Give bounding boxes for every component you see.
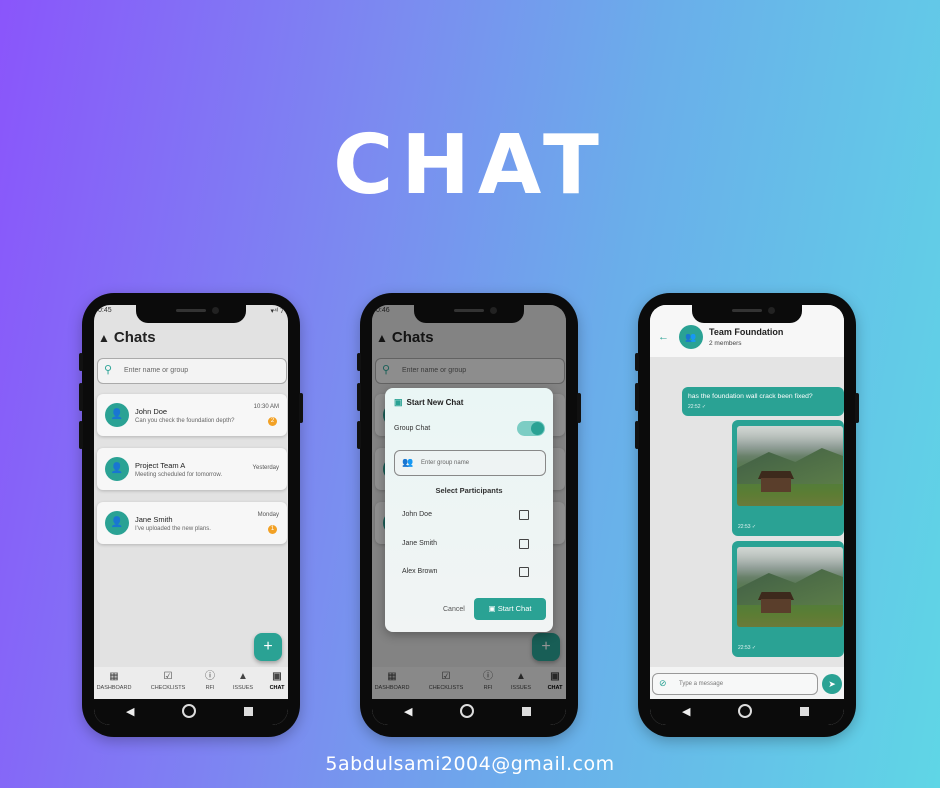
chat-time: Monday xyxy=(257,512,279,518)
dashboard-icon: ▦ xyxy=(109,671,119,682)
chat-name: Project Team A xyxy=(135,461,186,470)
image-attachment[interactable] xyxy=(737,547,843,627)
screen-conversation: ← 👥 Team Foundation 2 members has the fo… xyxy=(650,305,844,725)
checklist-icon: ☑ xyxy=(163,671,173,682)
search-placeholder: Enter name or group xyxy=(124,367,189,374)
search-icon: ⚲ xyxy=(104,364,113,376)
warning-icon: ▲ xyxy=(98,331,110,345)
back-icon[interactable]: ◀ xyxy=(682,705,690,719)
back-icon[interactable]: ◀ xyxy=(126,705,134,719)
participants-heading: Select Participants xyxy=(435,486,503,495)
chat-preview: Meeting scheduled for tomorrow. xyxy=(135,472,223,478)
chat-item-jane-smith[interactable]: 👤 Jane Smith I've uploaded the new plans… xyxy=(97,502,287,544)
cancel-button[interactable]: Cancel xyxy=(443,606,465,613)
message-time: 22:53 ✓ xyxy=(738,645,757,651)
recents-icon[interactable] xyxy=(800,707,809,716)
chat-icon: ▣ xyxy=(488,604,498,613)
new-chat-dialog: ▣ Start New Chat Group Chat 👥 Enter group… xyxy=(385,388,553,632)
page-title: ▲ Chats xyxy=(98,329,156,346)
image-attachment[interactable] xyxy=(737,426,843,506)
new-chat-button[interactable]: + xyxy=(254,633,282,661)
group-chat-toggle[interactable] xyxy=(517,421,545,436)
status-time: 0:45 xyxy=(98,307,112,314)
participant-checkbox-john-doe[interactable] xyxy=(519,510,529,520)
member-count: 2 members xyxy=(709,340,742,347)
chat-name: Jane Smith xyxy=(135,515,173,524)
person-icon: 👤 xyxy=(105,511,129,535)
nav-issues[interactable]: ▲ ISSUES xyxy=(230,671,256,691)
read-check-icon: ✓ xyxy=(751,524,757,530)
nav-rfi[interactable]: ⓘ RFI xyxy=(200,671,220,691)
attach-icon[interactable]: ⊘ xyxy=(659,678,667,689)
headline: CHAT xyxy=(333,118,607,213)
nav-checklists[interactable]: ☑ CHECKLISTS xyxy=(148,671,188,691)
message-time: 22:53 ✓ xyxy=(738,524,757,530)
participant-label: Alex Brown xyxy=(402,568,438,575)
chat-item-john-doe[interactable]: 👤 John Doe Can you check the foundation … xyxy=(97,394,287,436)
message-input[interactable]: ⊘ Type a message xyxy=(652,673,818,695)
image-message-bubble[interactable]: 22:53 ✓ xyxy=(732,541,844,657)
send-button[interactable]: ➤ xyxy=(822,674,842,694)
unread-badge: 1 xyxy=(268,525,277,534)
chat-item-project-team-a[interactable]: 👤 Project Team A Meeting scheduled for t… xyxy=(97,448,287,490)
person-icon: 👤 xyxy=(105,403,129,427)
start-chat-button[interactable]: ▣ Start Chat xyxy=(474,598,546,620)
status-icons: ▾⁴ᴵ 7 xyxy=(270,308,284,315)
info-icon: ⓘ xyxy=(205,671,215,682)
system-nav-bar: ◀ xyxy=(372,699,566,725)
group-icon: 👥 xyxy=(679,325,703,349)
warning-icon: ▲ xyxy=(238,671,248,682)
chat-preview: Can you check the foundation depth? xyxy=(135,418,235,424)
participant-checkbox-jane-smith[interactable] xyxy=(519,539,529,549)
phone-conversation: ← 👥 Team Foundation 2 members has the fo… xyxy=(635,293,859,737)
person-icon: 👤 xyxy=(105,457,129,481)
message-placeholder: Type a message xyxy=(679,681,724,687)
participant-label: Jane Smith xyxy=(402,540,438,547)
group-name-input[interactable]: 👥 Enter group name xyxy=(394,450,546,476)
recents-icon[interactable] xyxy=(244,707,253,716)
bottom-nav: ▦ DASHBOARD ☑ CHECKLISTS ⓘ RFI ▲ ISSUES ▣ CHA… xyxy=(94,667,288,699)
chat-preview: I've uploaded the new plans. xyxy=(135,526,211,532)
nav-chat[interactable]: ▣ CHAT xyxy=(266,671,288,691)
message-time: 22:52 ✓ xyxy=(688,404,707,410)
system-nav-bar: ◀ xyxy=(94,699,288,725)
nav-dashboard[interactable]: ▦ DASHBOARD xyxy=(96,671,132,691)
group-chat-label: Group Chat xyxy=(394,425,431,432)
recents-icon[interactable] xyxy=(522,707,531,716)
chat-time: Yesterday xyxy=(252,465,279,471)
unread-badge: 2 xyxy=(268,417,277,426)
group-icon: 👥 xyxy=(402,457,414,467)
contact-email: 5abdulsami2004@gmail.com xyxy=(325,753,615,775)
message-composer: ⊘ Type a message ➤ xyxy=(650,667,844,699)
read-check-icon: ✓ xyxy=(751,645,757,651)
conversation-title: Team Foundation xyxy=(709,327,784,337)
image-message-bubble[interactable]: 22:53 ✓ xyxy=(732,420,844,536)
message-text: has the foundation wall crack been fixed… xyxy=(688,393,813,400)
chat-name: John Doe xyxy=(135,407,168,416)
participant-label: John Doe xyxy=(402,511,432,518)
phone-new-chat-dialog: 0:46 ▲Chats ⚲ Enter name or group 👤 👤 👤 … xyxy=(357,293,581,737)
search-input[interactable]: ⚲ Enter name or group xyxy=(97,358,287,384)
system-nav-bar: ◀ xyxy=(650,699,844,725)
chat-icon: ▣ xyxy=(394,397,403,407)
screen-chats: 0:45 ▾⁴ᴵ 7 ▲ Chats ⚲ Enter name or group … xyxy=(94,305,288,725)
home-icon[interactable] xyxy=(460,704,474,718)
back-icon[interactable]: ◀ xyxy=(404,705,412,719)
dialog-title: ▣ Start New Chat xyxy=(394,397,464,407)
chat-icon: ▣ xyxy=(272,671,282,682)
chat-time: 10:30 AM xyxy=(253,404,279,410)
participant-checkbox-alex-brown[interactable] xyxy=(519,567,529,577)
phone-chats-list: 0:45 ▾⁴ᴵ 7 ▲ Chats ⚲ Enter name or group … xyxy=(79,293,303,737)
home-icon[interactable] xyxy=(182,704,196,718)
home-icon[interactable] xyxy=(738,704,752,718)
group-name-placeholder: Enter group name xyxy=(421,460,470,466)
message-bubble[interactable]: has the foundation wall crack been fixed… xyxy=(682,387,844,416)
read-check-icon: ✓ xyxy=(701,404,707,410)
send-icon: ➤ xyxy=(828,679,836,689)
back-arrow-icon[interactable]: ← xyxy=(658,331,669,343)
screen-new-chat: 0:46 ▲Chats ⚲ Enter name or group 👤 👤 👤 … xyxy=(372,305,566,725)
